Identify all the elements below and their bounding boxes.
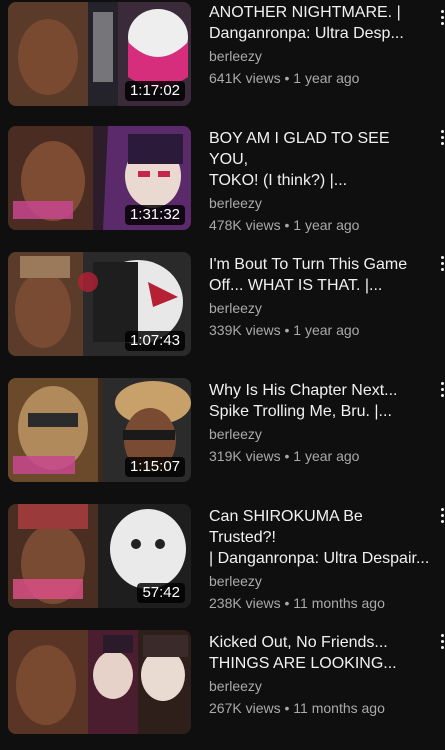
- video-meta: BOY AM I GLAD TO SEE YOU, TOKO! (I think…: [209, 126, 431, 235]
- more-options-icon[interactable]: [439, 130, 445, 152]
- more-options-icon[interactable]: [439, 508, 445, 530]
- video-thumbnail[interactable]: 1:07:43: [8, 252, 191, 356]
- video-thumbnail[interactable]: 1:15:07: [8, 378, 191, 482]
- video-meta: ANOTHER NIGHTMARE. | Danganronpa: Ultra …: [209, 0, 431, 88]
- channel-name[interactable]: berleezy: [209, 425, 431, 444]
- video-stats: 238K views • 11 months ago: [209, 595, 385, 611]
- channel-name[interactable]: berleezy: [209, 677, 431, 696]
- upload-age: 1 year ago: [293, 448, 360, 464]
- video-item[interactable]: 1:07:43 I'm Bout To Turn This Game Off..…: [0, 252, 445, 372]
- video-stats: 339K views • 1 year ago: [209, 322, 360, 338]
- thumbnail-image: [8, 630, 191, 734]
- video-thumbnail[interactable]: 57:42: [8, 504, 191, 608]
- more-options-icon[interactable]: [439, 634, 445, 656]
- video-duration: 57:42: [137, 583, 185, 603]
- video-item[interactable]: 1:31:32 BOY AM I GLAD TO SEE YOU, TOKO! …: [0, 126, 445, 246]
- video-duration: 1:15:07: [124, 457, 185, 477]
- video-item[interactable]: Kicked Out, No Friends... THINGS ARE LOO…: [0, 630, 445, 750]
- video-stats: 267K views • 11 months ago: [209, 700, 385, 716]
- channel-name[interactable]: berleezy: [209, 572, 431, 591]
- channel-name[interactable]: berleezy: [209, 299, 431, 318]
- video-item[interactable]: 1:15:07 Why Is His Chapter Next... Spike…: [0, 378, 445, 498]
- upload-age: 1 year ago: [293, 322, 360, 338]
- video-duration: 1:31:32: [124, 205, 185, 225]
- video-meta: I'm Bout To Turn This Game Off... WHAT I…: [209, 252, 431, 340]
- video-thumbnail[interactable]: 1:31:32: [8, 126, 191, 230]
- video-thumbnail[interactable]: [8, 630, 191, 734]
- video-title[interactable]: BOY AM I GLAD TO SEE YOU, TOKO! (I think…: [209, 126, 431, 191]
- view-count: 339K views: [209, 322, 281, 338]
- video-meta: Can SHIROKUMA Be Trusted?! | Danganronpa…: [209, 504, 431, 613]
- video-title[interactable]: ANOTHER NIGHTMARE. | Danganronpa: Ultra …: [209, 0, 431, 44]
- video-stats: 641K views • 1 year ago: [209, 70, 360, 86]
- video-meta: Why Is His Chapter Next... Spike Trollin…: [209, 378, 431, 466]
- more-options-icon[interactable]: [439, 10, 445, 32]
- video-title[interactable]: Kicked Out, No Friends... THINGS ARE LOO…: [209, 630, 431, 674]
- more-options-icon[interactable]: [439, 382, 445, 404]
- upload-age: 11 months ago: [293, 595, 385, 611]
- view-count: 238K views: [209, 595, 281, 611]
- video-stats: 478K views • 1 year ago: [209, 217, 360, 233]
- video-title[interactable]: Can SHIROKUMA Be Trusted?! | Danganronpa…: [209, 504, 431, 569]
- video-thumbnail[interactable]: 1:17:02: [8, 2, 191, 106]
- video-stats: 319K views • 1 year ago: [209, 448, 360, 464]
- video-duration: 1:17:02: [124, 81, 185, 101]
- upload-age: 11 months ago: [293, 700, 385, 716]
- video-duration: 1:07:43: [124, 331, 185, 351]
- video-title[interactable]: I'm Bout To Turn This Game Off... WHAT I…: [209, 252, 431, 296]
- upload-age: 1 year ago: [293, 217, 360, 233]
- more-options-icon[interactable]: [439, 256, 445, 278]
- video-item[interactable]: 57:42 Can SHIROKUMA Be Trusted?! | Danga…: [0, 504, 445, 624]
- video-meta: Kicked Out, No Friends... THINGS ARE LOO…: [209, 630, 431, 718]
- view-count: 267K views: [209, 700, 281, 716]
- video-title[interactable]: Why Is His Chapter Next... Spike Trollin…: [209, 378, 431, 422]
- view-count: 319K views: [209, 448, 281, 464]
- video-item[interactable]: 1:17:02 ANOTHER NIGHTMARE. | Danganronpa…: [0, 0, 445, 120]
- upload-age: 1 year ago: [293, 70, 360, 86]
- view-count: 641K views: [209, 70, 281, 86]
- channel-name[interactable]: berleezy: [209, 194, 431, 213]
- view-count: 478K views: [209, 217, 281, 233]
- channel-name[interactable]: berleezy: [209, 47, 431, 66]
